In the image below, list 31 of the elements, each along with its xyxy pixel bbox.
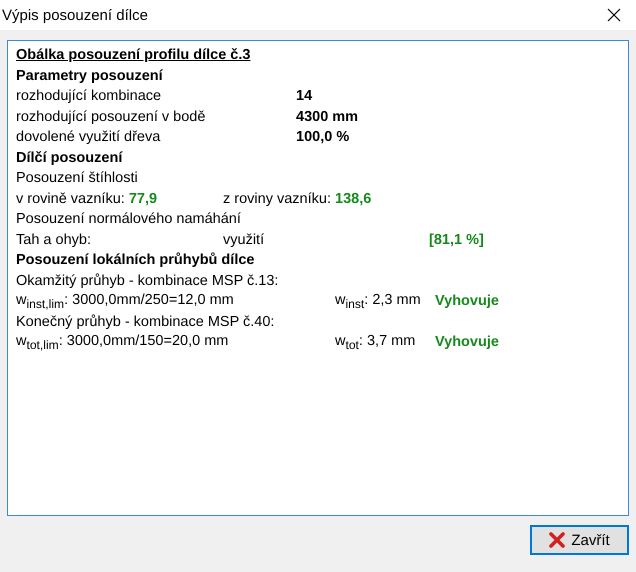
- close-icon[interactable]: [607, 8, 621, 22]
- close-button[interactable]: Zavřít: [530, 525, 629, 555]
- limit-text: w$_{inst,lim}$: 3000,0mm/250=12,0 mm: [16, 292, 235, 311]
- window-title: Výpis posouzení dílce: [2, 6, 148, 24]
- value-text: 138,6: [335, 190, 372, 207]
- value-label: v rovině vazníku:: [16, 190, 125, 207]
- limit-text: w$_{tot,lim}$: 3000,0mm/150=20,0 mm: [16, 332, 230, 352]
- line-text: Konečný průhyb - kombinace MSP č.40:: [16, 314, 274, 330]
- check-label: Tah a ohyb:: [16, 232, 92, 248]
- section-title: Dílčí posouzení: [16, 150, 122, 166]
- line-text: Okamžitý průhyb - kombinace MSP č.13:: [16, 272, 278, 289]
- parameter-value: 100,0 %: [296, 129, 350, 146]
- parameter-label: rozhodující posouzení v bodě: [16, 108, 206, 125]
- section-title: Parametry posouzení: [16, 68, 163, 84]
- line-text: Posouzení štíhlosti: [16, 170, 138, 186]
- parameter-label: dovolené využití dřeva: [16, 129, 162, 146]
- verdict-text: Vyhovuje: [435, 334, 499, 350]
- verdict-text: Vyhovuje: [435, 293, 499, 310]
- value-label: z roviny vazníku:: [223, 190, 331, 207]
- parameter-value: 14: [296, 88, 312, 104]
- parameter-label: rozhodující kombinace: [16, 88, 162, 104]
- value-text: 77,9: [128, 190, 158, 207]
- line-text: Posouzení normálového namáhání: [16, 211, 241, 228]
- parameter-value: 4300 mm: [296, 108, 358, 125]
- cross-icon: [549, 532, 566, 548]
- deflection-text: w$_{inst}$: 2,3 mm: [335, 292, 422, 311]
- usage-value: [81,1 %]: [429, 232, 484, 248]
- report-heading: Obálka posouzení profilu dílce č.3: [16, 47, 250, 64]
- usage-label: využití: [223, 232, 266, 248]
- deflection-text: w$_{tot}$: 3,7 mm: [335, 332, 416, 352]
- section-title: Posouzení lokálních průhybů dílce: [16, 252, 254, 268]
